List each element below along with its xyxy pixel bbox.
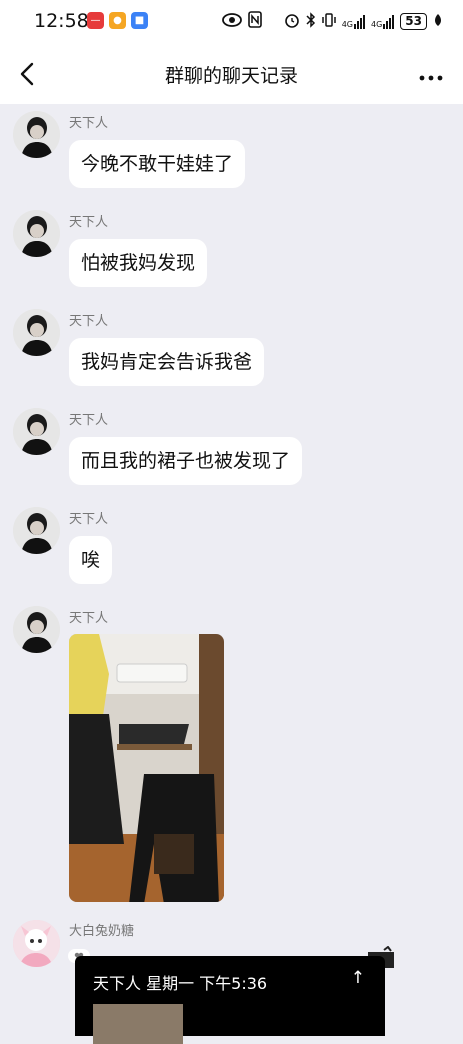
avatar[interactable]	[13, 309, 60, 356]
message-bubble[interactable]: 唉	[69, 536, 113, 584]
leaf-icon	[433, 13, 443, 31]
sender-name: 天下人	[69, 116, 109, 131]
weibo-icon: ●	[109, 12, 126, 29]
message-bubble[interactable]: 怕被我妈发现	[69, 239, 208, 287]
status-time: 12:58	[34, 10, 89, 32]
eye-icon	[221, 12, 242, 31]
signal-icon-2: 4G	[371, 14, 395, 29]
sender-name: 天下人	[69, 314, 109, 329]
avatar[interactable]	[13, 408, 60, 455]
forwarded-video-card[interactable]: 天下人 星期一 下午5:36 ↑	[75, 956, 385, 1044]
page-title: 群聊的聊天记录	[164, 64, 298, 87]
signal-icon-1: 4G	[342, 14, 365, 29]
sender-name: 大白兔奶糖	[69, 924, 135, 939]
avatar[interactable]	[13, 507, 60, 554]
message-bubble[interactable]: 我妈肯定会告诉我爸	[69, 338, 265, 386]
back-button[interactable]	[16, 58, 44, 90]
app-notification-icon: —	[87, 12, 104, 29]
more-options-button[interactable]	[419, 62, 443, 87]
chat-header: 群聊的聊天记录	[0, 44, 463, 104]
status-right: 4G 4G 53	[221, 11, 443, 32]
sender-name: 天下人	[69, 512, 109, 527]
nfc-icon	[247, 11, 262, 32]
message-bubble[interactable]: 今晚不敢干娃娃了	[69, 140, 246, 188]
sender-name: 天下人	[69, 413, 109, 428]
arrow-up-icon: ↑	[350, 968, 365, 988]
avatar[interactable]	[13, 606, 60, 653]
image-message[interactable]	[69, 634, 224, 902]
sender-name: 天下人	[69, 215, 109, 230]
message-bubble[interactable]: 而且我的裙子也被发现了	[69, 437, 303, 485]
notification-icons: — ● ■	[87, 12, 148, 29]
battery-indicator: 53	[400, 13, 427, 30]
avatar[interactable]	[13, 920, 60, 967]
app-notification-icon: ■	[131, 12, 148, 29]
video-card-title: 天下人 星期一 下午5:36	[93, 974, 268, 993]
bluetooth-icon	[306, 11, 316, 32]
avatar[interactable]	[13, 210, 60, 257]
sender-name: 天下人	[69, 611, 109, 626]
chat-history[interactable]: 天下人 今晚不敢干娃娃了 天下人 怕被我妈发现 天下人 我妈肯定会告诉我爸 天下…	[0, 104, 463, 1044]
vibrate-icon	[321, 12, 336, 32]
avatar[interactable]	[13, 111, 60, 158]
alarm-icon	[284, 12, 300, 32]
status-bar: 12:58 — ● ■ 4G 4G 53	[0, 0, 463, 44]
video-thumbnail	[93, 1004, 183, 1044]
